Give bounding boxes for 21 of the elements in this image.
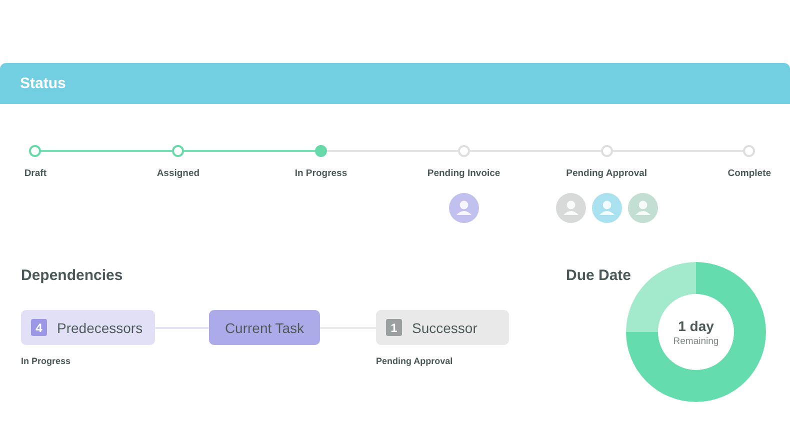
remaining-caption: Remaining [673, 336, 719, 346]
remaining-value: 1 day [678, 318, 714, 334]
count-badge: 1 [386, 319, 402, 336]
dependency-status: In Progress [21, 356, 72, 366]
count-badge: 4 [31, 319, 47, 336]
section-title: Due Date [566, 267, 632, 284]
dependency-label: Current Task [224, 320, 304, 336]
dependency-label: Successor [412, 320, 478, 336]
step-label: Pending Invoice [427, 168, 500, 179]
step-label: Complete [728, 168, 772, 179]
dependency-card[interactable]: 4 Predecessors [21, 310, 155, 345]
header-title: Status [20, 75, 66, 92]
step-label: Assigned [156, 168, 200, 179]
step-label: In Progress [294, 168, 348, 179]
dependency-card[interactable]: Current Task [209, 310, 320, 345]
section-title: Dependencies [21, 267, 124, 284]
dependency-card[interactable]: 1 Successor [376, 310, 509, 345]
step-label: Pending Approval [566, 168, 648, 179]
step-label: Draft [24, 168, 46, 179]
dependency-label: Predecessors [57, 320, 143, 336]
dependency-status: Pending Approval [376, 356, 454, 366]
